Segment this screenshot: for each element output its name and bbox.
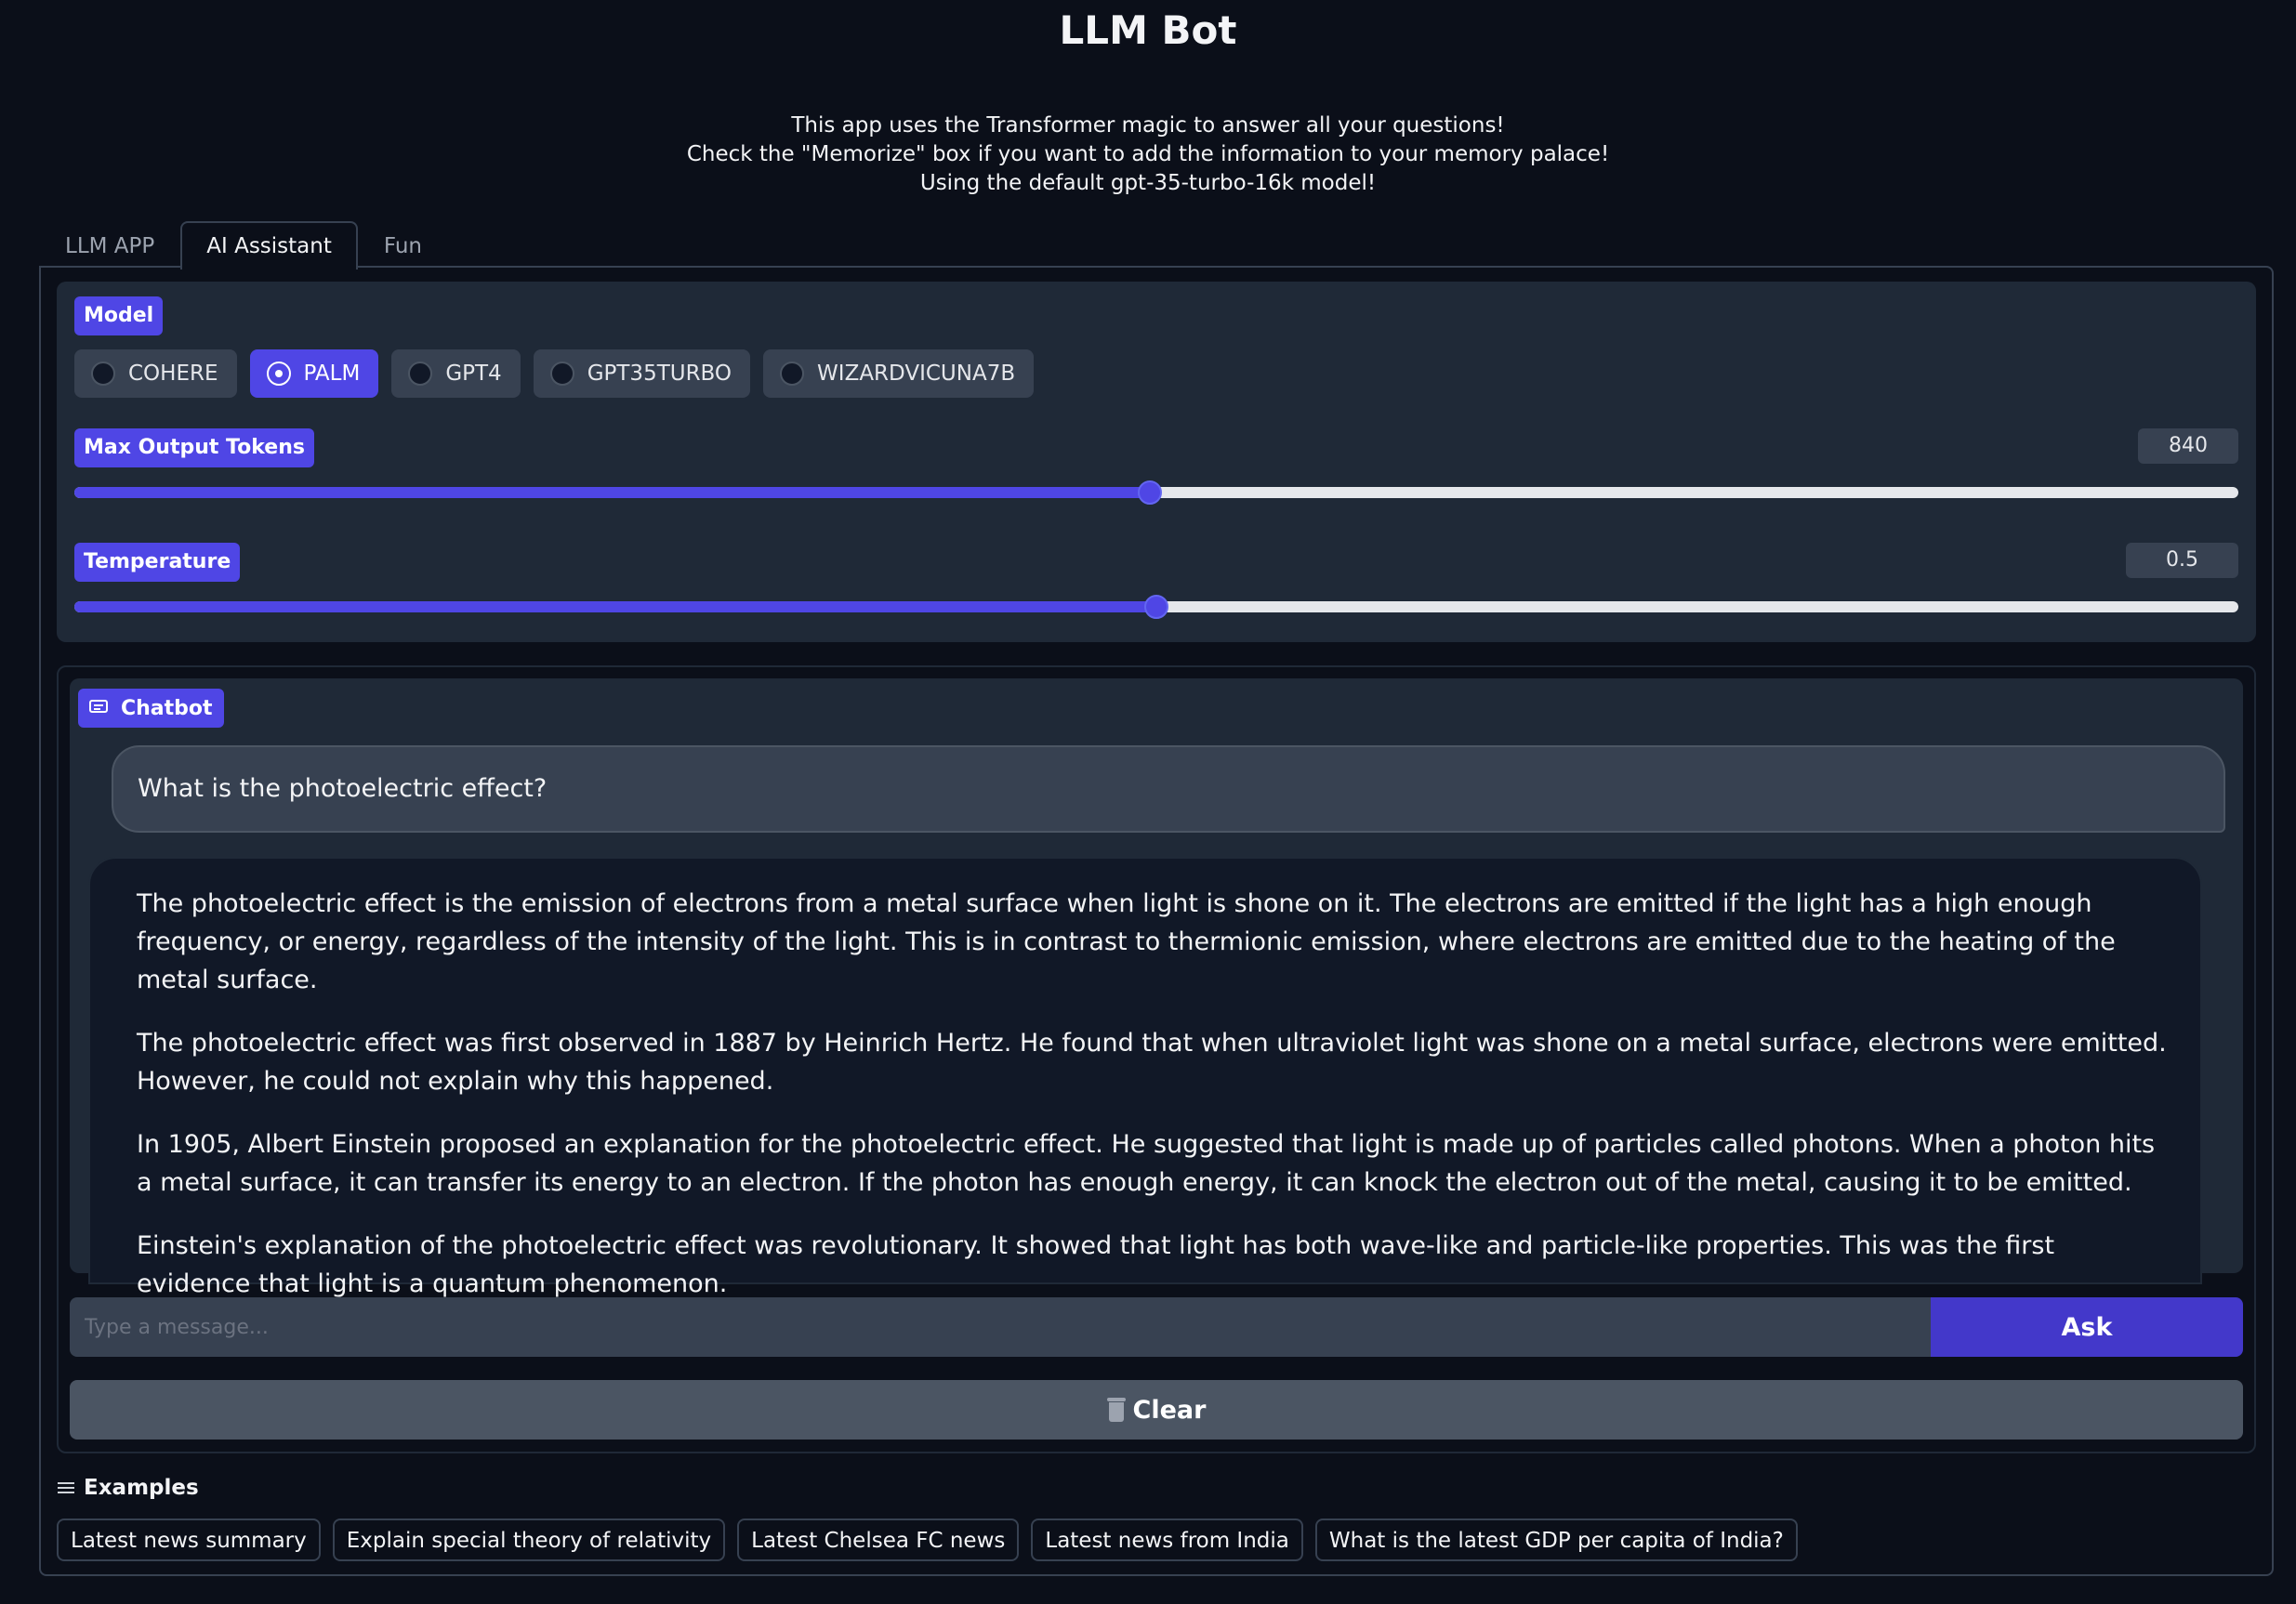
bot-message: The photoelectric effect is the emission… [88,857,2202,1298]
settings-panel [57,282,2256,642]
app-description: This app uses the Transformer magic to a… [0,112,2296,198]
model-option-gpt4[interactable]: GPT4 [391,349,521,398]
app-title: LLM Bot [1059,7,1237,53]
tab-ai-assistant[interactable]: AI Assistant [180,221,358,270]
chatbot-label-text: Chatbot [121,696,213,720]
slider-thumb[interactable] [1144,595,1168,619]
message-input[interactable] [70,1297,1931,1357]
user-message: What is the photoelectric effect? [112,745,2225,833]
radio-button-icon [549,362,574,386]
bot-message-paragraph: Einstein's explanation of the photoelect… [137,1231,2055,1298]
bot-message-paragraph: The photoelectric effect was first obser… [137,1029,2167,1096]
model-label: Model [74,296,164,335]
list-icon [58,1480,74,1495]
model-option-wizardvicuna7b[interactable]: WIZARDVICUNA7B [763,349,1035,398]
max-tokens-label: Max Output Tokens [74,428,314,467]
example-chip[interactable]: Latest news summary [57,1519,321,1561]
description-line: Check the "Memorize" box if you want to … [686,142,1610,166]
max-tokens-slider[interactable] [74,480,2238,505]
clear-button-label: Clear [1132,1395,1207,1425]
trash-icon [1106,1398,1126,1422]
description-line: This app uses the Transformer magic to a… [791,113,1505,138]
chat-bubble-icon [89,700,110,717]
tab-fun[interactable]: Fun [358,221,448,268]
description-line: Using the default gpt-35-turbo-16k model… [919,171,1377,195]
temperature-number-input[interactable]: 0.5 [2126,543,2238,578]
model-option-gpt35turbo[interactable]: GPT35TURBO [533,349,751,398]
ask-button[interactable]: Ask [1931,1297,2243,1357]
slider-thumb[interactable] [1138,480,1163,505]
radio-button-icon [91,362,115,386]
clear-button[interactable]: Clear [70,1380,2243,1440]
slider-fill [74,487,1151,498]
temperature-slider[interactable] [74,595,2238,619]
examples-label: Examples [58,1476,199,1500]
model-option-label: WIZARDVICUNA7B [817,362,1016,386]
model-radio-group: COHERE PALM GPT4 GPT35TURBO WIZARDVICUNA… [74,349,1035,398]
tab-llm-app[interactable]: LLM APP [39,221,180,268]
example-chip[interactable]: Explain special theory of relativity [332,1519,726,1561]
model-option-label: COHERE [128,362,218,386]
radio-button-icon [408,362,433,386]
radio-button-selected-icon [266,362,291,386]
example-chip[interactable]: What is the latest GDP per capita of Ind… [1314,1519,1798,1561]
tab-bar: LLM APP AI Assistant Fun [39,221,448,270]
examples-label-text: Examples [84,1476,199,1500]
page: LLM Bot This app uses the Transformer ma… [0,0,2296,1604]
model-option-label: PALM [303,362,361,386]
chatbot-label: Chatbot [78,689,224,728]
model-option-palm[interactable]: PALM [249,349,379,398]
example-chip[interactable]: Latest news from India [1031,1519,1303,1561]
slider-fill [74,601,1156,612]
temperature-label: Temperature [74,543,241,582]
model-option-cohere[interactable]: COHERE [74,349,237,398]
radio-button-icon [780,362,805,386]
bot-message-paragraph: In 1905, Albert Einstein proposed an exp… [137,1130,2156,1197]
model-option-label: GPT4 [445,362,502,386]
bot-message-paragraph: The photoelectric effect is the emission… [137,889,2116,994]
model-option-label: GPT35TURBO [587,362,732,386]
examples-list: Latest news summary Explain special theo… [57,1519,1798,1561]
message-input-row: Ask [70,1297,2243,1357]
max-tokens-number-input[interactable]: 840 [2138,428,2238,464]
example-chip[interactable]: Latest Chelsea FC news [737,1519,1020,1561]
